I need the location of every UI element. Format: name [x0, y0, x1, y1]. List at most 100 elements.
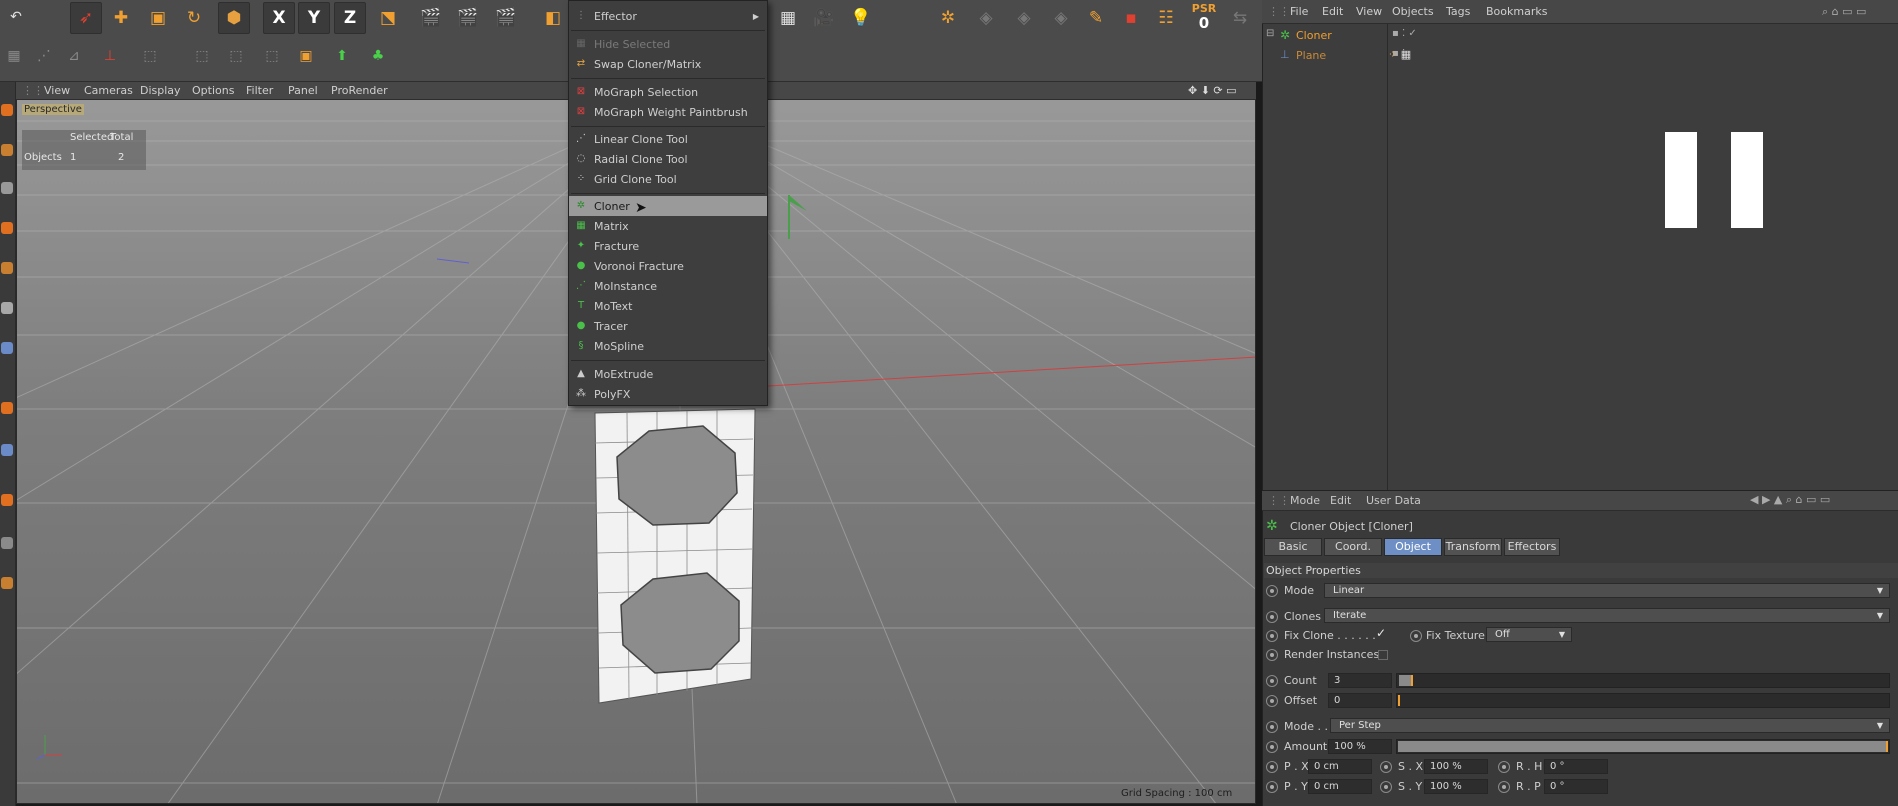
mode2-animate-radio[interactable] — [1266, 721, 1278, 733]
cursor-icon[interactable]: ➶ — [70, 2, 102, 34]
px-animate-radio[interactable] — [1266, 761, 1278, 773]
menu-item-mospline[interactable]: § MoSpline — [569, 336, 767, 356]
px-input[interactable]: 0 cm — [1308, 759, 1372, 774]
amount-input[interactable]: 100 % — [1328, 739, 1392, 754]
edit-tool-icon[interactable]: ▦ — [0, 42, 28, 70]
twist-icon[interactable]: ◈ — [1045, 2, 1077, 34]
menu-item-linear-clone-tool[interactable]: ⋰ Linear Clone Tool — [569, 129, 767, 149]
light-icon[interactable]: 💡 — [845, 2, 877, 34]
amount-slider[interactable] — [1396, 739, 1890, 754]
viewport-menu-filter[interactable]: Filter — [246, 84, 273, 97]
tab-effectors[interactable]: Effectors — [1504, 538, 1560, 556]
om-row-plane[interactable]: ⊥ Plane — [1280, 48, 1392, 64]
plane-tags[interactable]: ⁘ ▦ — [1384, 48, 1424, 64]
render-settings-icon[interactable]: 🎬 — [490, 2, 522, 34]
py-animate-radio[interactable] — [1266, 781, 1278, 793]
rp-input[interactable]: 0 ° — [1544, 779, 1608, 794]
arrow-up-icon[interactable]: ⬆ — [328, 42, 356, 70]
enable-axis-icon[interactable]: ⬚ — [188, 42, 216, 70]
om-object-name[interactable]: Cloner — [1296, 29, 1332, 42]
snap-icon[interactable]: ✲ — [932, 2, 964, 34]
lock-icon[interactable]: ▪ — [1115, 2, 1147, 34]
count-animate-radio[interactable] — [1266, 675, 1278, 687]
py-input[interactable]: 0 cm — [1308, 779, 1372, 794]
texture-tag-icon[interactable]: ▦ — [1401, 48, 1411, 61]
rotate-icon[interactable]: ↻ — [178, 2, 210, 34]
tool-icon-2[interactable] — [1, 144, 13, 156]
tool-icon-9[interactable] — [1, 444, 13, 456]
menu-item-moextrude[interactable]: ▲ MoExtrude — [569, 364, 767, 384]
viewport-nav-icons[interactable]: ✥ ⬇ ⟳ ▭ — [1188, 84, 1237, 97]
menu-item-mograph-selection[interactable]: ⊠ MoGraph Selection — [569, 82, 767, 102]
menu-item-cloner[interactable]: ✲ Cloner ➤ — [569, 196, 767, 216]
tool-icon-4[interactable] — [1, 222, 13, 234]
workplane-icon[interactable]: ⬚ — [258, 42, 286, 70]
viewport-menu-display[interactable]: Display — [140, 84, 181, 97]
deformer-icon[interactable]: ◈ — [970, 2, 1002, 34]
amount-animate-radio[interactable] — [1266, 741, 1278, 753]
points-mode-icon[interactable]: ⋰ — [30, 42, 58, 70]
viewport-menu-panel[interactable]: Panel — [288, 84, 318, 97]
tool-icon-3[interactable] — [1, 182, 13, 194]
am-menu-edit[interactable]: Edit — [1330, 494, 1351, 507]
mode-animate-radio[interactable] — [1266, 585, 1278, 597]
om-object-name[interactable]: Plane — [1296, 49, 1326, 62]
om-row-cloner[interactable]: ⊟ ✲ Cloner — [1266, 28, 1392, 44]
clones-animate-radio[interactable] — [1266, 611, 1278, 623]
menu-item-fracture[interactable]: ✦ Fracture — [569, 236, 767, 256]
offset-input[interactable]: 0 — [1328, 693, 1392, 708]
offset-animate-radio[interactable] — [1266, 695, 1278, 707]
sx-input[interactable]: 100 % — [1424, 759, 1488, 774]
cube-primitive-icon[interactable]: ◧ — [537, 2, 569, 34]
rh-animate-radio[interactable] — [1498, 761, 1510, 773]
sy-animate-radio[interactable] — [1380, 781, 1392, 793]
viewport-menu-view[interactable]: View — [44, 84, 70, 97]
om-toolbar-icons[interactable]: ⌕ ⌂ ▭ ▭ — [1822, 5, 1866, 19]
tool-icon-10[interactable] — [1, 494, 13, 506]
quantize-icon[interactable]: ⇆ — [1224, 2, 1256, 34]
count-input[interactable]: 3 — [1328, 673, 1392, 688]
rh-input[interactable]: 0 ° — [1544, 759, 1608, 774]
rp-animate-radio[interactable] — [1498, 781, 1510, 793]
offset-slider-handle[interactable] — [1398, 695, 1400, 706]
tool-icon-8[interactable] — [1, 402, 13, 414]
viewport-menu-prorender[interactable]: ProRender — [331, 84, 388, 97]
tool-icon-7[interactable] — [1, 342, 13, 354]
render-view-icon[interactable]: 🎬 — [415, 2, 447, 34]
move-icon[interactable]: ✚ — [105, 2, 137, 34]
mode-dropdown[interactable]: Linear ▼ — [1324, 583, 1890, 598]
menu-item-polyfx[interactable]: ⁂ PolyFX — [569, 384, 767, 404]
offset-slider[interactable] — [1396, 693, 1890, 708]
tool-icon-1[interactable] — [1, 104, 13, 116]
menu-item-radial-clone-tool[interactable]: ◌ Radial Clone Tool — [569, 149, 767, 169]
cube-icon[interactable]: ⬢ — [218, 2, 250, 34]
drag-handle-icon[interactable]: ⋮⋮ — [22, 84, 44, 97]
clones-dropdown[interactable]: Iterate ▼ — [1324, 608, 1890, 623]
phong-tag-icon[interactable]: ⁘ — [1388, 48, 1397, 61]
render-instances-checkbox[interactable] — [1378, 650, 1388, 660]
brush-icon[interactable]: ✎ — [1080, 2, 1112, 34]
tab-basic[interactable]: Basic — [1264, 538, 1322, 556]
fix-clone-animate-radio[interactable] — [1266, 630, 1278, 642]
fix-texture-dropdown[interactable]: Off ▼ — [1486, 627, 1572, 642]
menu-item-voronoi-fracture[interactable]: ● Voronoi Fracture — [569, 256, 767, 276]
om-row-cloner-flags[interactable]: ▪ ⁚ ✓ — [1392, 28, 1432, 44]
render-instances-animate-radio[interactable] — [1266, 649, 1278, 661]
y-axis-icon[interactable]: Y — [298, 2, 330, 34]
tab-transform[interactable]: Transform — [1444, 538, 1502, 556]
menu-item-matrix[interactable]: ▦ Matrix — [569, 216, 767, 236]
grid-icon[interactable]: ▦ — [772, 2, 804, 34]
drag-handle-icon[interactable]: ⋮⋮ — [1268, 494, 1290, 507]
tool-icon-12[interactable] — [1, 577, 13, 589]
om-menu-edit[interactable]: Edit — [1322, 5, 1343, 18]
count-slider[interactable] — [1396, 673, 1890, 688]
tool-icon-5[interactable] — [1, 262, 13, 274]
fix-texture-animate-radio[interactable] — [1410, 630, 1422, 642]
z-axis-icon[interactable]: Z — [334, 2, 366, 34]
tab-object[interactable]: Object — [1384, 538, 1442, 556]
x-axis-icon[interactable]: X — [263, 2, 295, 34]
tree-icon[interactable]: ♣ — [364, 42, 392, 70]
sy-input[interactable]: 100 % — [1424, 779, 1488, 794]
viewport-menu-cameras[interactable]: Cameras — [84, 84, 133, 97]
tool-icon-6[interactable] — [1, 302, 13, 314]
